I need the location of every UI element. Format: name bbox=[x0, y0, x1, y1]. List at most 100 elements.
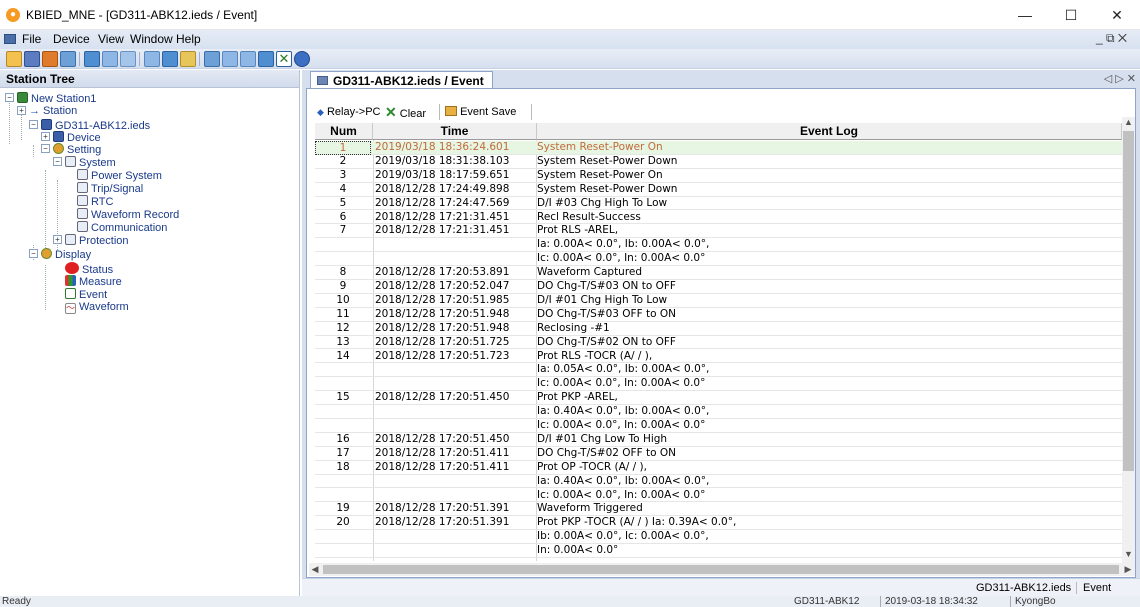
connect-icon[interactable] bbox=[42, 51, 58, 67]
vertical-scroll-thumb[interactable] bbox=[1123, 131, 1134, 471]
tree-node-system[interactable]: System bbox=[65, 156, 116, 169]
table-row[interactable]: 17 2018/12/28 17:20:51.411 DO Chg-T/S#02 O… bbox=[315, 447, 1122, 461]
receive-icon[interactable] bbox=[120, 51, 136, 67]
close-window-button[interactable]: ✕ bbox=[1094, 0, 1140, 30]
close-icon[interactable]: ✕ bbox=[276, 51, 292, 67]
expand-device-toggle[interactable]: + bbox=[41, 132, 50, 141]
scroll-down-arrow-icon[interactable]: ▼ bbox=[1122, 549, 1135, 561]
horizontal-scrollbar[interactable]: ◀ ▶ bbox=[309, 563, 1135, 576]
network-icon[interactable] bbox=[60, 51, 76, 67]
tree-node-power-system[interactable]: Power System bbox=[77, 169, 162, 182]
grid-icon[interactable] bbox=[180, 51, 196, 67]
scroll-right-arrow-icon[interactable]: ▶ bbox=[1122, 563, 1134, 576]
column-header-log[interactable]: Event Log bbox=[537, 123, 1122, 140]
table-row[interactable]: 18 2018/12/28 17:20:51.411 Prot OP -TOCR (… bbox=[315, 461, 1122, 475]
table-row[interactable]: 11 2018/12/28 17:20:51.948 DO Chg-T/S#03 O… bbox=[315, 308, 1122, 322]
table-row[interactable]: 7 2018/12/28 17:21:31.451 Prot RLS -AREL, bbox=[315, 224, 1122, 239]
table-row[interactable]: Ia: 0.40A< 0.0°, Ib: 0.00A< 0.0°, bbox=[315, 405, 1122, 419]
menu-device[interactable]: Device bbox=[53, 32, 90, 46]
tree-node-waveform-record[interactable]: Waveform Record bbox=[77, 208, 179, 221]
scroll-left-arrow-icon[interactable]: ◀ bbox=[309, 563, 321, 576]
table-row[interactable]: Ia: 0.05A< 0.0°, Ib: 0.00A< 0.0°, bbox=[315, 363, 1122, 378]
cell-log: Prot PKP -TOCR (A/ / ) Ia: 0.39A< 0.0°, bbox=[537, 516, 737, 529]
status-datetime: 2019-03-18 18:34:32 bbox=[880, 596, 978, 607]
expand-root-toggle[interactable]: − bbox=[5, 93, 14, 102]
table-row[interactable]: In: 0.00A< 0.0° bbox=[315, 544, 1122, 558]
column-header-num[interactable]: Num bbox=[315, 123, 373, 140]
table-row[interactable]: 16 2018/12/28 17:20:51.450 D/I #01 Chg Low… bbox=[315, 433, 1122, 447]
event-save-button[interactable]: Event Save bbox=[445, 102, 516, 122]
tree-node-setting[interactable]: Setting bbox=[53, 143, 101, 156]
expand-ied-toggle[interactable]: − bbox=[29, 120, 38, 129]
save-icon[interactable] bbox=[24, 51, 40, 67]
tree-node-event[interactable]: Event bbox=[65, 288, 107, 301]
expand-station-toggle[interactable]: + bbox=[17, 106, 26, 115]
expand-display-toggle[interactable]: − bbox=[29, 249, 38, 258]
tree-node-rtc[interactable]: RTC bbox=[77, 195, 113, 208]
scroll-up-arrow-icon[interactable]: ▲ bbox=[1122, 117, 1135, 129]
table-row[interactable]: 20 2018/12/28 17:20:51.391 Prot PKP -TOCR … bbox=[315, 516, 1122, 531]
tab-navigation[interactable]: ◁ ▷ ✕ bbox=[1104, 72, 1136, 85]
tree-node-root[interactable]: New Station1 bbox=[17, 92, 96, 105]
tree-node-station[interactable]: → Station bbox=[29, 105, 77, 117]
table-row[interactable]: 14 2018/12/28 17:20:51.723 Prot RLS -TOCR … bbox=[315, 350, 1122, 364]
table-row[interactable]: 10 2018/12/28 17:20:51.985 D/I #01 Chg Hig… bbox=[315, 294, 1122, 308]
tree-node-waveform[interactable]: 〜 Waveform bbox=[65, 301, 129, 314]
table-row[interactable]: 1 2019/03/18 18:36:24.601 System Reset-Pow… bbox=[315, 141, 1122, 155]
table-row[interactable]: Ic: 0.00A< 0.0°, In: 0.00A< 0.0° bbox=[315, 252, 1122, 267]
table-row[interactable]: 2 2019/03/18 18:31:38.103 System Reset-Pow… bbox=[315, 155, 1122, 169]
about-icon[interactable] bbox=[294, 51, 310, 67]
menu-help[interactable]: Help bbox=[176, 32, 201, 46]
filter-icon[interactable] bbox=[258, 51, 274, 67]
table-row[interactable]: 19 2018/12/28 17:20:51.391 Waveform Trigge… bbox=[315, 502, 1122, 517]
table-row[interactable]: 12 2018/12/28 17:20:51.948 Reclosing -#1 bbox=[315, 322, 1122, 336]
table-row[interactable]: 15 2018/12/28 17:20:51.450 Prot PKP -AREL, bbox=[315, 391, 1122, 406]
clear-button[interactable]: ✕ Clear bbox=[385, 102, 426, 122]
table-row[interactable]: Ic: 0.00A< 0.0°, In: 0.00A< 0.0° bbox=[315, 419, 1122, 433]
tile-icon[interactable] bbox=[222, 51, 238, 67]
tree-node-ied[interactable]: GD311-ABK12.ieds bbox=[41, 119, 150, 132]
vertical-scrollbar[interactable]: ▲ ▼ bbox=[1122, 117, 1135, 563]
tree-node-display[interactable]: Display bbox=[41, 248, 91, 261]
table-row[interactable]: Ic: 0.00A< 0.0°, In: 0.00A< 0.0° bbox=[315, 489, 1122, 503]
table-row[interactable]: 3 2019/03/18 18:17:59.651 System Reset-Pow… bbox=[315, 169, 1122, 183]
table-row[interactable]: 5 2018/12/28 17:24:47.569 D/I #03 Chg High… bbox=[315, 197, 1122, 211]
tree-node-trip-signal[interactable]: Trip/Signal bbox=[77, 182, 143, 195]
tree-node-measure[interactable]: Measure bbox=[65, 275, 122, 288]
table-row[interactable]: Ib: 0.00A< 0.0°, Ic: 0.00A< 0.0°, bbox=[315, 530, 1122, 545]
send-icon[interactable] bbox=[102, 51, 118, 67]
cell-num: 13 bbox=[336, 335, 350, 348]
table-row[interactable]: 13 2018/12/28 17:20:51.725 DO Chg-T/S#02 O… bbox=[315, 336, 1122, 350]
horizontal-scroll-thumb[interactable] bbox=[323, 565, 1119, 574]
table-row[interactable]: Ic: 0.00A< 0.0°, In: 0.00A< 0.0° bbox=[315, 377, 1122, 392]
window-icon[interactable] bbox=[204, 51, 220, 67]
tree-node-protection[interactable]: Protection bbox=[65, 234, 129, 247]
column-header-time[interactable]: Time bbox=[373, 123, 537, 140]
cell-time bbox=[375, 475, 535, 489]
table-row[interactable]: Ia: 0.00A< 0.0°, Ib: 0.00A< 0.0°, bbox=[315, 238, 1122, 253]
tab-event-document[interactable]: GD311-ABK12.ieds / Event bbox=[310, 71, 493, 88]
tree-node-communication[interactable]: Communication bbox=[77, 221, 167, 234]
table-row[interactable]: 4 2018/12/28 17:24:49.898 System Reset-Pow… bbox=[315, 183, 1122, 197]
tree-node-status[interactable]: Status bbox=[65, 262, 113, 276]
list-icon[interactable] bbox=[84, 51, 100, 67]
expand-system-toggle[interactable]: − bbox=[53, 157, 62, 166]
menu-view[interactable]: View bbox=[98, 32, 124, 46]
monitor-icon[interactable] bbox=[162, 51, 178, 67]
table-row[interactable]: Ia: 0.40A< 0.0°, Ib: 0.00A< 0.0°, bbox=[315, 475, 1122, 489]
maximize-button[interactable]: ☐ bbox=[1048, 0, 1094, 30]
table-row[interactable]: 9 2018/12/28 17:20:52.047 DO Chg-T/S#03 ON… bbox=[315, 280, 1122, 294]
mdi-controls[interactable]: _ ⧉ ✕ bbox=[1096, 31, 1127, 46]
table-row[interactable]: 6 2018/12/28 17:21:31.451 Recl Result-Succ… bbox=[315, 211, 1122, 225]
relay-to-pc-button[interactable]: ◆ Relay->PC bbox=[317, 102, 380, 122]
relay-icon[interactable] bbox=[144, 51, 160, 67]
menu-window[interactable]: Window bbox=[130, 32, 173, 46]
table-row[interactable]: 8 2018/12/28 17:20:53.891 Waveform Capture… bbox=[315, 266, 1122, 280]
expand-setting-toggle[interactable]: − bbox=[41, 144, 50, 153]
expand-protection-toggle[interactable]: + bbox=[53, 235, 62, 244]
menu-file[interactable]: File bbox=[22, 32, 41, 46]
cascade-icon[interactable] bbox=[240, 51, 256, 67]
tree-node-device[interactable]: Device bbox=[53, 131, 101, 144]
open-icon[interactable] bbox=[6, 51, 22, 67]
minimize-button[interactable]: — bbox=[1002, 0, 1048, 30]
